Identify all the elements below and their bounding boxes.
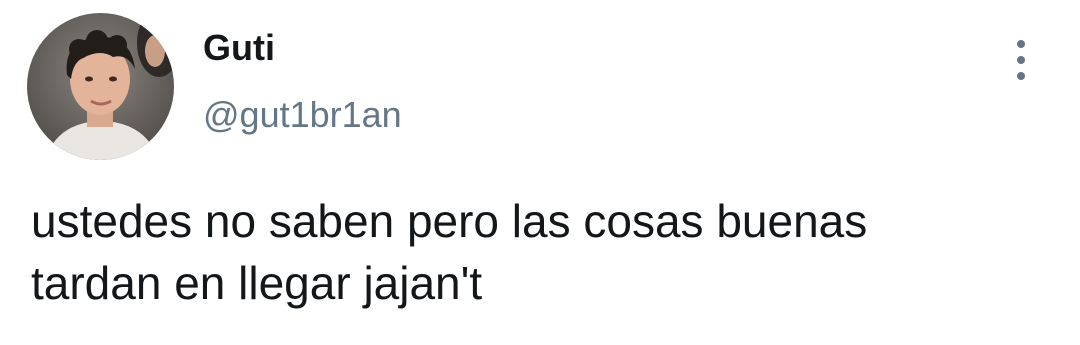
tweet-text-line: ustedes no saben pero las cosas buenas [31,195,868,247]
more-options-button[interactable] [1005,38,1037,82]
avatar[interactable] [27,13,174,160]
author-display-name[interactable]: Guti [203,28,275,68]
tweet-text: ustedes no saben pero las cosas buenas t… [31,190,1051,314]
vertical-ellipsis-icon-dot [1017,72,1025,80]
vertical-ellipsis-icon-dot [1017,56,1025,64]
tweet-card: Guti @gut1br1an ustedes no saben pero la… [0,0,1080,345]
avatar-photo-icon [27,13,174,160]
tweet-text-line: tardan en llegar jajan't [31,257,483,309]
author-handle[interactable]: @gut1br1an [203,95,402,135]
vertical-ellipsis-icon [1017,40,1025,48]
